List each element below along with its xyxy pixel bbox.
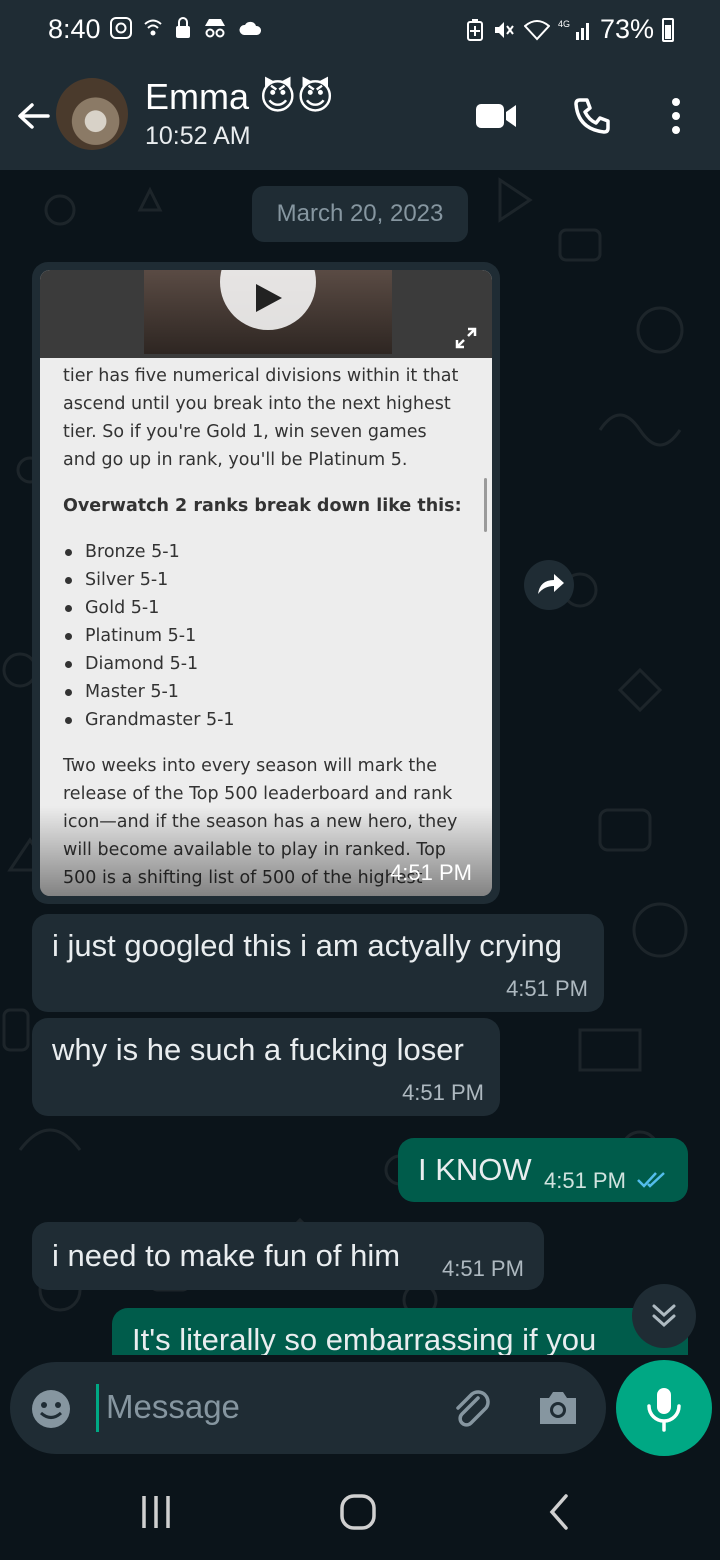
- rank-item: Grandmaster 5-1: [63, 706, 463, 734]
- screenshot-image[interactable]: tier has five numerical divisions within…: [40, 270, 492, 896]
- incognito-icon: [205, 19, 225, 38]
- read-receipt-icon: [637, 1172, 665, 1188]
- play-button: [220, 270, 316, 330]
- outgoing-message[interactable]: It's literally so embarrassing if you: [112, 1308, 688, 1355]
- message-time: 4:51 PM: [390, 860, 472, 885]
- voice-message-button[interactable]: [616, 1360, 712, 1456]
- message-composer: Message: [10, 1362, 606, 1454]
- notification-icons: [110, 16, 264, 40]
- status-bar: 8:40 4G 73%: [0, 0, 720, 62]
- video-thumbnail: [40, 270, 492, 358]
- svg-text:4G: 4G: [558, 19, 570, 29]
- scroll-to-bottom-button[interactable]: [632, 1284, 696, 1348]
- wifi-icon: [523, 19, 550, 40]
- video-call-icon[interactable]: [474, 96, 518, 136]
- message-text: i just googled this i am actyally crying: [52, 928, 563, 963]
- forward-icon: [538, 574, 564, 594]
- more-options-icon[interactable]: [662, 96, 690, 136]
- back-nav-icon[interactable]: [544, 1492, 574, 1532]
- chat-area[interactable]: March 20, 2023 tier has five numerical d…: [0, 170, 720, 1355]
- chat-header: Emma 😈😈 10:52 AM: [0, 62, 720, 170]
- rank-item: Gold 5-1: [63, 594, 463, 622]
- article-scrollbar: [484, 478, 487, 532]
- wifi-calling-icon: [144, 19, 162, 36]
- image-message[interactable]: tier has five numerical divisions within…: [32, 262, 500, 904]
- rank-item: Bronze 5-1: [63, 538, 463, 566]
- mute-icon: [494, 21, 514, 38]
- home-icon[interactable]: [338, 1492, 378, 1532]
- contact-name[interactable]: Emma 😈😈: [145, 76, 334, 118]
- contact-avatar[interactable]: [56, 78, 128, 150]
- incoming-message[interactable]: i need to make fun of him 4:51 PM: [32, 1222, 544, 1290]
- instagram-icon: [110, 17, 132, 39]
- incoming-message[interactable]: why is he such a fucking loser 4:51 PM: [32, 1018, 500, 1116]
- camera-icon[interactable]: [536, 1388, 580, 1428]
- system-nav-bar: [0, 1464, 720, 1560]
- expand-icon: [455, 327, 477, 349]
- forward-button[interactable]: [524, 560, 574, 610]
- battery-saver-icon: [466, 18, 483, 41]
- rank-item: Diamond 5-1: [63, 650, 463, 678]
- system-indicators: 4G 73%: [466, 14, 674, 45]
- attach-icon[interactable]: [448, 1386, 494, 1432]
- message-time: 4:51 PM: [442, 1256, 524, 1281]
- date-separator: March 20, 2023: [252, 186, 468, 242]
- rank-item: Platinum 5-1: [63, 622, 463, 650]
- message-text: why is he such a fucking loser: [52, 1032, 464, 1067]
- message-text: It's literally so embarrassing if you: [132, 1322, 597, 1355]
- recent-apps-icon[interactable]: [138, 1492, 174, 1532]
- status-time: 8:40: [48, 14, 101, 44]
- rank-item: Silver 5-1: [63, 566, 463, 594]
- message-text: i need to make fun of him: [52, 1238, 401, 1273]
- article-paragraph: tier has five numerical divisions within…: [63, 366, 459, 470]
- back-arrow-icon[interactable]: [14, 96, 54, 136]
- signal-icon: 4G: [558, 19, 589, 40]
- emoji-icon[interactable]: [30, 1388, 72, 1430]
- battery-icon: [662, 17, 674, 42]
- play-icon: [256, 284, 282, 312]
- lock-icon: [176, 17, 190, 38]
- text-caret: [96, 1384, 99, 1432]
- rank-list: Bronze 5-1 Silver 5-1 Gold 5-1 Platinum …: [63, 538, 463, 734]
- microphone-icon: [647, 1388, 681, 1432]
- message-input[interactable]: Message: [106, 1388, 240, 1426]
- double-chevron-down-icon: [652, 1304, 676, 1328]
- article-heading: Overwatch 2 ranks break down like this:: [63, 496, 462, 516]
- rank-item: Master 5-1: [63, 678, 463, 706]
- message-time: 4:51 PM: [506, 976, 588, 1001]
- phone-call-icon[interactable]: [572, 96, 612, 136]
- battery-percent: 73%: [599, 14, 654, 44]
- outgoing-message[interactable]: I KNOW 4:51 PM: [398, 1138, 688, 1202]
- incoming-message[interactable]: i just googled this i am actyally crying…: [32, 914, 604, 1012]
- message-time: 4:51 PM: [544, 1168, 626, 1193]
- last-seen: 10:52 AM: [145, 122, 251, 150]
- message-time: 4:51 PM: [402, 1080, 484, 1105]
- message-text: I KNOW: [418, 1152, 532, 1187]
- cloud-icon: [239, 21, 262, 35]
